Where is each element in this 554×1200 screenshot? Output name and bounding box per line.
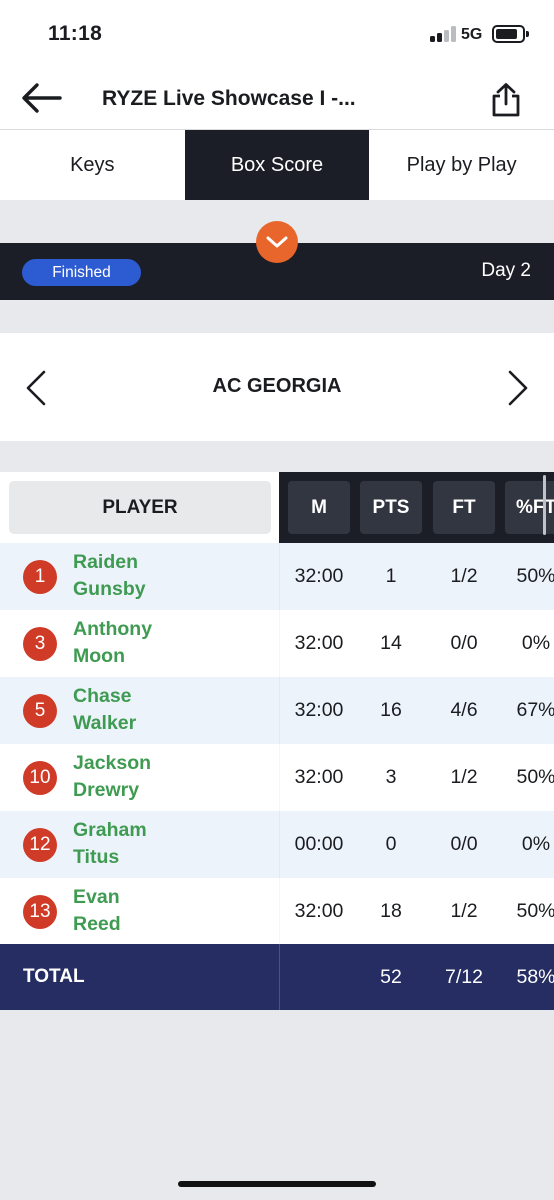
table-header: PLAYER M PTS FT %FT [0, 472, 554, 543]
points-cell: 18 [380, 900, 402, 922]
jersey-number: 3 [23, 627, 57, 661]
free-throws-cell: 1/2 [450, 565, 478, 587]
header-points[interactable]: PTS [360, 481, 422, 534]
page-title: RYZE Live Showcase I -... [102, 87, 356, 110]
header-minutes[interactable]: M [288, 481, 350, 534]
tab-play-by-play[interactable]: Play by Play [369, 130, 554, 200]
minutes-cell: 32:00 [294, 699, 344, 721]
table-row[interactable]: 3 Anthony Moon 32:00 14 0/0 0% [0, 610, 554, 677]
chevron-right-icon[interactable] [506, 369, 530, 407]
battery-icon [492, 25, 525, 43]
table-row[interactable]: 13 Evan Reed 32:00 18 1/2 50% [0, 878, 554, 945]
arrow-left-icon[interactable] [20, 82, 62, 114]
share-icon[interactable] [490, 82, 522, 118]
network-type: 5G [461, 26, 483, 43]
free-throw-pct-cell: 0% [521, 833, 551, 855]
cellular-signal-icon [430, 26, 456, 42]
player-name[interactable]: Graham Titus [73, 817, 233, 871]
player-name[interactable]: Evan Reed [73, 884, 233, 938]
player-name[interactable]: Chase Walker [73, 683, 233, 737]
minutes-cell: 00:00 [294, 833, 344, 855]
total-row: TOTAL 52 7/12 58% [0, 944, 554, 1010]
free-throws-cell: 0/0 [450, 833, 478, 855]
minutes-cell: 32:00 [294, 632, 344, 654]
free-throw-pct-cell: 50% [516, 900, 554, 922]
jersey-number: 1 [23, 560, 57, 594]
total-free-throw-pct-cell: 58% [516, 965, 554, 988]
jersey-number: 10 [23, 761, 57, 795]
points-cell: 0 [385, 833, 397, 855]
tab-box-score[interactable]: Box Score [184, 130, 370, 200]
status-bar: 11:18 5G [0, 0, 554, 70]
points-cell: 1 [385, 565, 397, 587]
points-cell: 3 [385, 766, 397, 788]
box-score-table: PLAYER M PTS FT %FT 1 Raiden Gunsby 32:00… [0, 472, 554, 1010]
minutes-cell: 32:00 [294, 565, 344, 587]
total-divider [279, 944, 280, 1010]
status-time: 11:18 [48, 22, 103, 45]
player-name[interactable]: Anthony Moon [73, 616, 233, 670]
home-indicator[interactable] [178, 1181, 376, 1187]
tab-bar: Keys Box Score Play by Play [0, 130, 554, 200]
tab-keys[interactable]: Keys [0, 130, 185, 200]
header-free-throw-pct[interactable]: %FT [505, 481, 554, 534]
column-divider [279, 543, 280, 945]
points-cell: 14 [380, 632, 402, 654]
status-badge: Finished [22, 259, 141, 286]
points-cell: 16 [380, 699, 402, 721]
header-free-throws[interactable]: FT [433, 481, 495, 534]
free-throws-cell: 1/2 [450, 766, 478, 788]
table-row[interactable]: 10 Jackson Drewry 32:00 3 1/2 50% [0, 744, 554, 811]
day-label: Day 2 [481, 260, 531, 281]
battery-tip [526, 31, 529, 37]
chevron-down-icon[interactable] [256, 221, 298, 263]
free-throw-pct-cell: 0% [521, 632, 551, 654]
total-free-throws-cell: 7/12 [445, 965, 483, 988]
jersey-number: 12 [23, 828, 57, 862]
free-throws-cell: 4/6 [450, 699, 478, 721]
nav-bar: RYZE Live Showcase I -... [0, 70, 554, 130]
minutes-cell: 32:00 [294, 900, 344, 922]
table-row[interactable]: 12 Graham Titus 00:00 0 0/0 0% [0, 811, 554, 878]
jersey-number: 13 [23, 895, 57, 929]
free-throw-pct-cell: 67% [516, 699, 554, 721]
horizontal-scrollbar[interactable] [543, 475, 546, 535]
table-row[interactable]: 5 Chase Walker 32:00 16 4/6 67% [0, 677, 554, 744]
free-throws-cell: 0/0 [450, 632, 478, 654]
table-row[interactable]: 1 Raiden Gunsby 32:00 1 1/2 50% [0, 543, 554, 610]
team-name: AC GEORGIA [212, 375, 342, 397]
jersey-number: 5 [23, 694, 57, 728]
player-name[interactable]: Jackson Drewry [73, 750, 233, 804]
team-selector: AC GEORGIA [0, 333, 554, 441]
total-label: TOTAL [23, 966, 85, 987]
minutes-cell: 32:00 [294, 766, 344, 788]
header-player[interactable]: PLAYER [9, 481, 271, 534]
free-throw-pct-cell: 50% [516, 565, 554, 587]
free-throws-cell: 1/2 [450, 900, 478, 922]
player-name[interactable]: Raiden Gunsby [73, 549, 233, 603]
free-throw-pct-cell: 50% [516, 766, 554, 788]
total-points-cell: 52 [380, 965, 402, 988]
